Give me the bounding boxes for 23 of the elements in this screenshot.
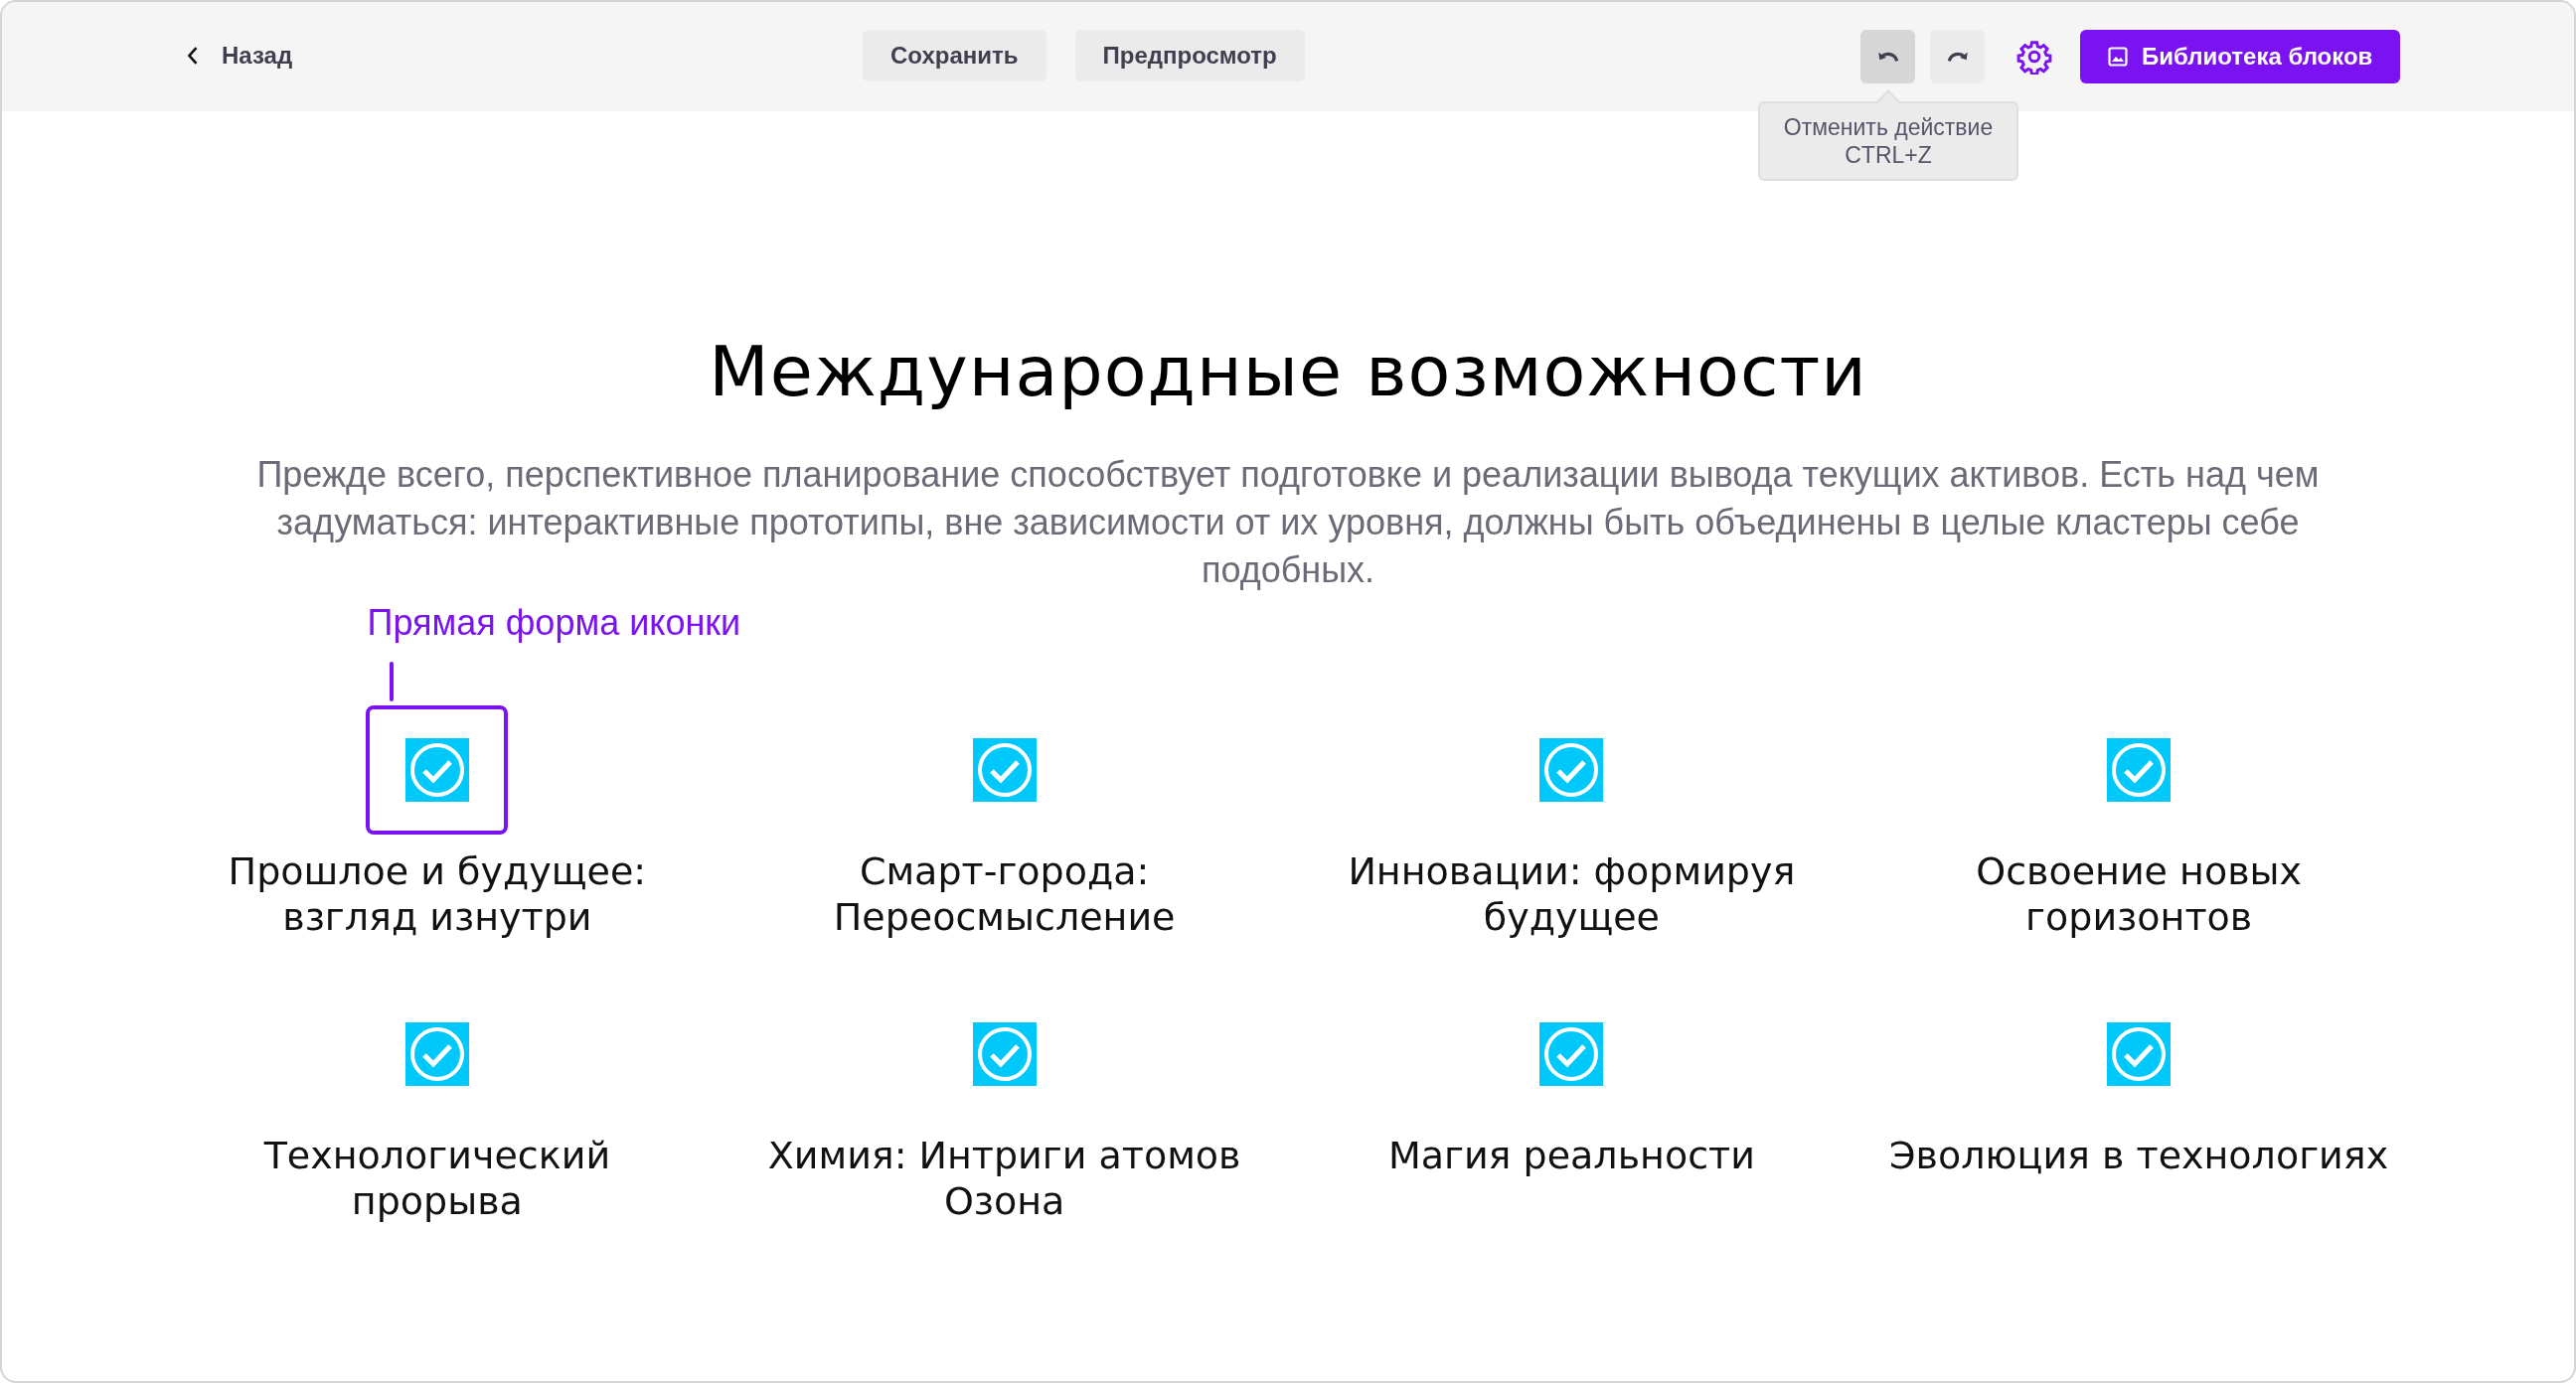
redo-button[interactable] [1930, 30, 1985, 83]
section-title: Международные возможности [709, 332, 1867, 411]
feature-title: Прошлое и будущее: взгляд изнутри [227, 848, 648, 940]
section-description: Прежде всего, перспективное планирование способствует подготовке и реализации вывода текущих активов. Есть над чем задуматься: интерактивные прототипы, вне зависимости от их уровня, должны быть объединены в целые кластеры себе подобных. [255, 453, 2321, 592]
leader-line [389, 662, 394, 701]
chevron-left-icon [186, 45, 200, 67]
tooltip: Отменить действие CTRL+Z [1758, 101, 2018, 181]
toolbar-button[interactable]: Сохранить [863, 30, 1046, 81]
block-library-button[interactable]: Библиотека блоков [2080, 30, 2401, 83]
feature-title: Освоение новых горизонтов [1975, 848, 2304, 940]
feature-title: Технологический прорыва [262, 1133, 612, 1224]
feature-title: Смарт-города: Переосмысление [832, 848, 1177, 940]
feature-title: Химия: Интриги атомов Озона [766, 1133, 1242, 1224]
feature-title: Магия реальности [1386, 1133, 1756, 1178]
image-icon [2108, 47, 2128, 67]
settings-icon [2016, 39, 2052, 75]
selection-frame[interactable] [366, 705, 509, 835]
undo-button[interactable] [1860, 30, 1915, 83]
back-link[interactable]: Назад [186, 38, 293, 74]
feature-title: Инновации: формируя будущее [1347, 848, 1797, 940]
annotation-label: Прямая форма иконки [367, 601, 741, 645]
toolbar-button[interactable]: Предпросмотр [1074, 30, 1305, 81]
feature-title: Эволюция в технологиях [1888, 1133, 2390, 1178]
